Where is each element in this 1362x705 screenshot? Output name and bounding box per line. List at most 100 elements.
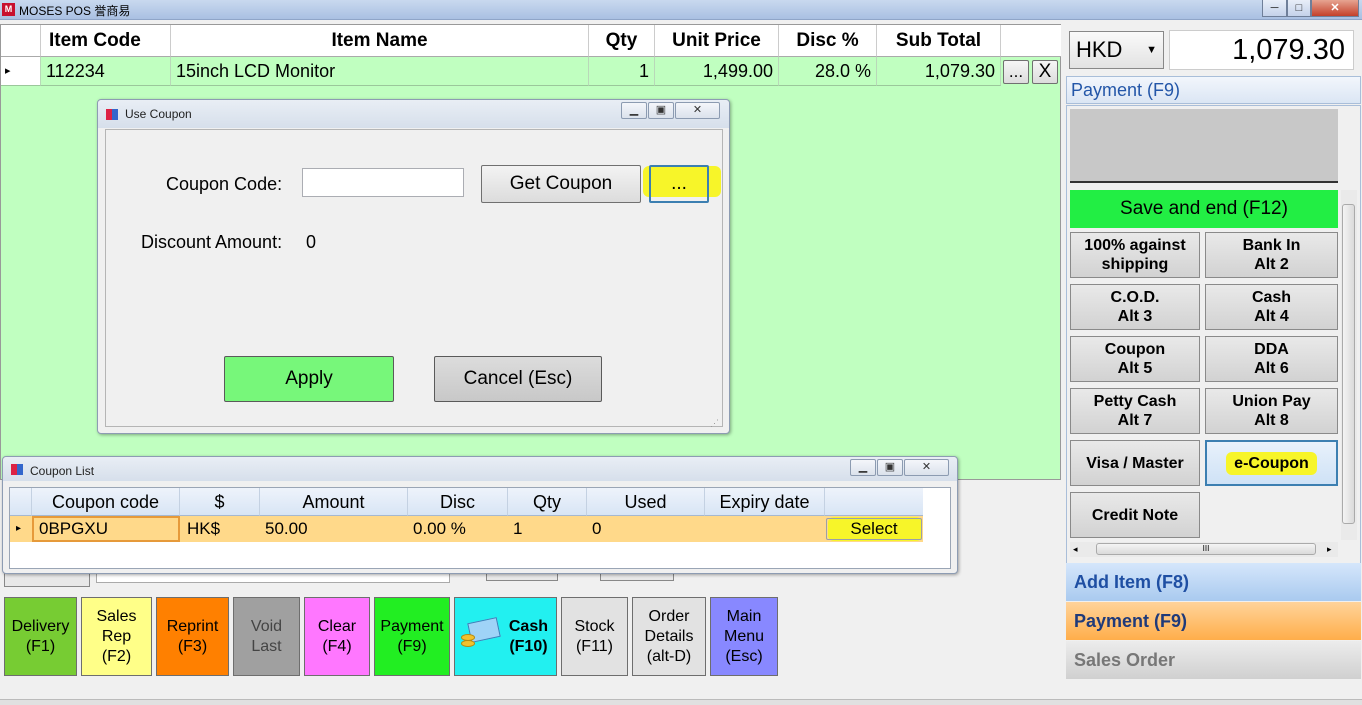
cancel-button[interactable]: Cancel (Esc) bbox=[434, 356, 602, 402]
pay-coupon[interactable]: Coupon Alt 5 bbox=[1070, 336, 1200, 382]
row-selector-icon[interactable]: ▸ bbox=[1, 57, 41, 86]
dialog-app-icon bbox=[106, 109, 118, 120]
pay-dda[interactable]: DDA Alt 6 bbox=[1205, 336, 1338, 382]
reprint-button[interactable]: Reprint (F3) bbox=[156, 597, 229, 676]
status-strip bbox=[0, 699, 1362, 705]
cell-qty[interactable]: 1 bbox=[589, 57, 655, 86]
dialog-minimize-button[interactable]: ▁ bbox=[621, 102, 647, 119]
coupon-list-table: Coupon code $ Amount Disc Qty Used Expir… bbox=[9, 487, 951, 569]
col-disc[interactable]: Disc % bbox=[779, 25, 877, 57]
pay-union-pay[interactable]: Union Pay Alt 8 bbox=[1205, 388, 1338, 434]
col-currency[interactable]: $ bbox=[180, 488, 260, 516]
pay-bank-in[interactable]: Bank In Alt 2 bbox=[1205, 232, 1338, 278]
pay-cash[interactable]: Cash Alt 4 bbox=[1205, 284, 1338, 330]
stock-button[interactable]: Stock (F11) bbox=[561, 597, 628, 676]
vertical-scrollbar[interactable] bbox=[1341, 190, 1357, 540]
pay-petty-cash[interactable]: Petty Cash Alt 7 bbox=[1070, 388, 1200, 434]
browse-coupons-button[interactable]: ... bbox=[649, 165, 709, 203]
currency-select[interactable]: HKD ▼ bbox=[1069, 31, 1164, 69]
cell-amount[interactable]: 50.00 bbox=[260, 516, 408, 542]
col-expiry-date[interactable]: Expiry date bbox=[705, 488, 825, 516]
cell-qty[interactable]: 1 bbox=[508, 516, 587, 542]
list-row-selector-icon[interactable]: ▸ bbox=[10, 516, 32, 542]
clear-button[interactable]: Clear (F4) bbox=[304, 597, 370, 676]
dialog-maximize-button[interactable]: ▣ bbox=[648, 102, 674, 119]
void-last-button[interactable]: Void Last bbox=[233, 597, 300, 676]
coupon-code-label: Coupon Code: bbox=[166, 174, 283, 194]
col-qty[interactable]: Qty bbox=[589, 25, 655, 57]
use-coupon-title: Use Coupon bbox=[125, 107, 192, 121]
select-coupon-button[interactable]: Select bbox=[826, 518, 922, 540]
currency-value: HKD bbox=[1076, 37, 1123, 62]
title-bar: M MOSES POS 誉商易 ─ □ ✕ bbox=[0, 0, 1362, 20]
chevron-down-icon: ▼ bbox=[1146, 44, 1157, 56]
scroll-right-icon[interactable]: ▸ bbox=[1327, 544, 1332, 555]
total-amount: 1,079.30 bbox=[1169, 30, 1354, 70]
delivery-button[interactable]: Delivery (F1) bbox=[4, 597, 77, 676]
maximize-button[interactable]: □ bbox=[1287, 0, 1311, 17]
cell-expiry[interactable] bbox=[705, 516, 825, 542]
resize-grip-icon[interactable]: ⋰ bbox=[710, 418, 719, 429]
col-unit-price[interactable]: Unit Price bbox=[655, 25, 779, 57]
discount-amount-value: 0 bbox=[306, 232, 317, 252]
apply-button[interactable]: Apply bbox=[224, 356, 394, 402]
use-coupon-dialog: Use Coupon ▁ ▣ ✕ Coupon Code: Get Coupon… bbox=[97, 99, 730, 434]
payment-section[interactable]: Payment (F9) bbox=[1066, 602, 1361, 640]
coupon-code-input[interactable] bbox=[302, 168, 464, 197]
cell-currency[interactable]: HK$ bbox=[182, 516, 260, 542]
minimize-button[interactable]: ─ bbox=[1262, 0, 1287, 17]
col-amount[interactable]: Amount bbox=[260, 488, 408, 516]
col-item-code[interactable]: Item Code bbox=[41, 25, 171, 57]
pay-credit-note[interactable]: Credit Note bbox=[1070, 492, 1200, 538]
cell-sub-total[interactable]: 1,079.30 bbox=[877, 57, 1001, 86]
save-and-end-button[interactable]: Save and end (F12) bbox=[1070, 190, 1338, 228]
col-disc[interactable]: Disc bbox=[408, 488, 508, 516]
grid-corner bbox=[1, 25, 41, 57]
col-coupon-code[interactable]: Coupon code bbox=[32, 488, 180, 516]
list-close-button[interactable]: ✕ bbox=[904, 459, 949, 476]
scroll-left-icon[interactable]: ◂ bbox=[1073, 544, 1078, 555]
list-corner bbox=[10, 488, 32, 516]
cell-item-name[interactable]: 15inch LCD Monitor bbox=[171, 57, 589, 86]
list-maximize-button[interactable]: ▣ bbox=[877, 459, 903, 476]
add-item-section[interactable]: Add Item (F8) bbox=[1066, 563, 1361, 601]
sales-order-section[interactable]: Sales Order bbox=[1066, 641, 1361, 679]
pay-e-coupon[interactable]: e-Coupon bbox=[1205, 440, 1338, 486]
cell-unit-price[interactable]: 1,499.00 bbox=[655, 57, 779, 86]
close-window-button[interactable]: ✕ bbox=[1311, 0, 1359, 17]
col-actions bbox=[1001, 25, 1061, 57]
row-more-button[interactable]: ... bbox=[1003, 60, 1029, 84]
cell-disc[interactable]: 0.00 % bbox=[408, 516, 508, 542]
horizontal-scrollbar[interactable]: ◂ III ▸ bbox=[1070, 542, 1338, 557]
payment-button[interactable]: Payment (F9) bbox=[374, 597, 450, 676]
sales-rep-button[interactable]: Sales Rep (F2) bbox=[81, 597, 152, 676]
cell-coupon-code[interactable]: 0BPGXU bbox=[32, 516, 180, 542]
use-coupon-titlebar: Use Coupon ▁ ▣ ✕ bbox=[98, 100, 729, 128]
discount-amount-label: Discount Amount: bbox=[141, 232, 283, 252]
window-title: MOSES POS 誉商易 bbox=[19, 4, 131, 18]
pay-cod[interactable]: C.O.D. Alt 3 bbox=[1070, 284, 1200, 330]
coupon-list-dialog: Coupon List ▁ ▣ ✕ Coupon code $ Amount D… bbox=[2, 456, 958, 574]
cell-item-code[interactable]: 112234 bbox=[41, 57, 171, 86]
cell-disc[interactable]: 28.0 % bbox=[779, 57, 877, 86]
dialog-close-button[interactable]: ✕ bbox=[675, 102, 720, 119]
app-logo-icon: M bbox=[2, 3, 15, 16]
order-details-button[interactable]: Order Details (alt-D) bbox=[632, 597, 706, 676]
get-coupon-button[interactable]: Get Coupon bbox=[481, 165, 641, 203]
cash-button-label: Cash (F10) bbox=[508, 617, 548, 655]
col-used[interactable]: Used bbox=[587, 488, 705, 516]
col-sub-total[interactable]: Sub Total bbox=[877, 25, 1001, 57]
pay-visa-master[interactable]: Visa / Master bbox=[1070, 440, 1200, 486]
horizontal-scroll-thumb[interactable]: III bbox=[1096, 543, 1316, 555]
cell-used[interactable]: 0 bbox=[587, 516, 705, 542]
row-remove-button[interactable]: X bbox=[1032, 60, 1058, 84]
coupon-list-titlebar: Coupon List ▁ ▣ ✕ bbox=[3, 457, 957, 481]
col-item-name[interactable]: Item Name bbox=[171, 25, 589, 57]
pay-100-against-shipping[interactable]: 100% against shipping bbox=[1070, 232, 1200, 278]
col-qty[interactable]: Qty bbox=[508, 488, 587, 516]
list-minimize-button[interactable]: ▁ bbox=[850, 459, 876, 476]
main-menu-button[interactable]: Main Menu (Esc) bbox=[710, 597, 778, 676]
payment-panel-header[interactable]: Payment (F9) bbox=[1066, 76, 1361, 104]
cash-button[interactable]: Cash (F10) bbox=[454, 597, 557, 676]
vertical-scroll-thumb[interactable] bbox=[1342, 204, 1355, 524]
